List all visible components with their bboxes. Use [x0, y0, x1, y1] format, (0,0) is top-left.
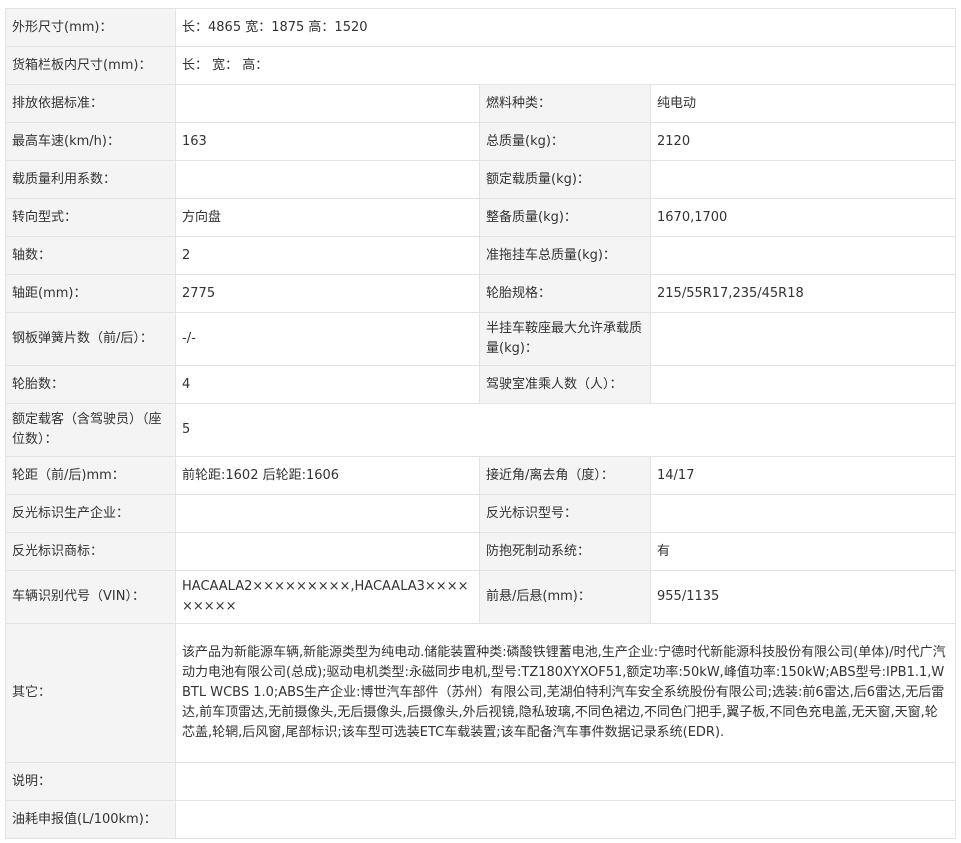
curb-mass-value: 1670,1700 — [649, 198, 957, 237]
table-row: 油耗申报值(L/100km)： — [5, 800, 957, 839]
saddle-load-value — [649, 312, 957, 366]
vehicle-spec-table: 外形尺寸(mm)： 长：4865 宽：1875 高：1520 货箱栏板内尺寸(m… — [5, 8, 957, 839]
other-label: 其它： — [5, 623, 176, 763]
overhang-value: 955/1135 — [649, 570, 957, 624]
table-row: 排放依据标准： 燃料种类： 纯电动 — [5, 84, 957, 123]
rated-load-label: 额定载质量(kg)： — [479, 160, 651, 199]
notes-value — [174, 762, 957, 801]
load-factor-label: 载质量利用系数： — [5, 160, 176, 199]
reflective-maker-value — [175, 494, 480, 533]
table-row: 外形尺寸(mm)： 长：4865 宽：1875 高：1520 — [5, 8, 957, 47]
tire-spec-label: 轮胎规格： — [479, 274, 651, 313]
gross-mass-value: 2120 — [649, 122, 957, 161]
emission-standard-label: 排放依据标准： — [5, 84, 176, 123]
emission-standard-value — [175, 84, 480, 123]
trailer-mass-label: 准拖挂车总质量(kg)： — [479, 236, 651, 275]
approach-departure-label: 接近角/离去角（度）： — [479, 456, 651, 495]
steering-type-label: 转向型式： — [5, 198, 176, 237]
tire-count-value: 4 — [175, 365, 480, 404]
cargo-box-size-label: 货箱栏板内尺寸(mm)： — [5, 46, 176, 85]
table-row: 最高车速(km/h)： 163 总质量(kg)： 2120 — [5, 122, 957, 161]
saddle-load-label: 半挂车鞍座最大允许承载质量(kg)： — [479, 312, 651, 366]
rated-load-value — [649, 160, 957, 199]
table-row: 车辆识别代号（VIN）： HACAALA2×××××××××,HACAALA3×… — [5, 570, 957, 624]
table-row: 反光标识生产企业： 反光标识型号： — [5, 494, 957, 533]
leaf-spring-value: -/- — [175, 312, 480, 366]
reflective-brand-label: 反光标识商标： — [5, 532, 176, 571]
tire-spec-value: 215/55R17,235/45R18 — [649, 274, 957, 313]
steering-type-value: 方向盘 — [175, 198, 480, 237]
fuel-consumption-label: 油耗申报值(L/100km)： — [5, 800, 176, 839]
fuel-type-label: 燃料种类： — [479, 84, 651, 123]
dimensions-label: 外形尺寸(mm)： — [5, 8, 176, 47]
other-value: 该产品为新能源车辆,新能源类型为纯电动.储能装置种类:磷酸铁锂蓄电池,生产企业:… — [174, 623, 957, 763]
overhang-label: 前悬/后悬(mm)： — [479, 570, 651, 624]
vin-label: 车辆识别代号（VIN）： — [5, 570, 176, 624]
table-row: 载质量利用系数： 额定载质量(kg)： — [5, 160, 957, 199]
track-width-label: 轮距（前/后)mm： — [5, 456, 176, 495]
max-speed-value: 163 — [175, 122, 480, 161]
passenger-capacity-label: 额定载客（含驾驶员）（座位数）： — [5, 403, 176, 457]
cargo-box-size-value: 长： 宽： 高： — [174, 46, 957, 85]
table-row: 轴距(mm)： 2775 轮胎规格： 215/55R17,235/45R18 — [5, 274, 957, 313]
table-row: 说明： — [5, 762, 957, 801]
reflective-brand-value — [175, 532, 480, 571]
notes-label: 说明： — [5, 762, 176, 801]
table-row: 轮距（前/后)mm： 前轮距:1602 后轮距:1606 接近角/离去角（度）：… — [5, 456, 957, 495]
passenger-capacity-value: 5 — [174, 403, 957, 457]
abs-label: 防抱死制动系统： — [479, 532, 651, 571]
fuel-consumption-value — [174, 800, 957, 839]
fuel-type-value: 纯电动 — [649, 84, 957, 123]
leaf-spring-label: 钢板弹簧片数（前/后）： — [5, 312, 176, 366]
trailer-mass-value — [649, 236, 957, 275]
wheelbase-value: 2775 — [175, 274, 480, 313]
tire-count-label: 轮胎数： — [5, 365, 176, 404]
table-row: 其它： 该产品为新能源车辆,新能源类型为纯电动.储能装置种类:磷酸铁锂蓄电池,生… — [5, 623, 957, 763]
table-row: 钢板弹簧片数（前/后）： -/- 半挂车鞍座最大允许承载质量(kg)： — [5, 312, 957, 366]
gross-mass-label: 总质量(kg)： — [479, 122, 651, 161]
cab-occupancy-value — [649, 365, 957, 404]
table-row: 反光标识商标： 防抱死制动系统： 有 — [5, 532, 957, 571]
table-row: 货箱栏板内尺寸(mm)： 长： 宽： 高： — [5, 46, 957, 85]
abs-value: 有 — [649, 532, 957, 571]
reflective-model-value — [649, 494, 957, 533]
vin-value: HACAALA2×××××××××,HACAALA3××××××××× — [175, 570, 480, 624]
track-width-value: 前轮距:1602 后轮距:1606 — [175, 456, 480, 495]
axle-count-value: 2 — [175, 236, 480, 275]
table-row: 转向型式： 方向盘 整备质量(kg)： 1670,1700 — [5, 198, 957, 237]
max-speed-label: 最高车速(km/h)： — [5, 122, 176, 161]
table-row: 轴数： 2 准拖挂车总质量(kg)： — [5, 236, 957, 275]
wheelbase-label: 轴距(mm)： — [5, 274, 176, 313]
reflective-model-label: 反光标识型号： — [479, 494, 651, 533]
table-row: 轮胎数： 4 驾驶室准乘人数（人）： — [5, 365, 957, 404]
curb-mass-label: 整备质量(kg)： — [479, 198, 651, 237]
load-factor-value — [175, 160, 480, 199]
table-row: 额定载客（含驾驶员）（座位数）： 5 — [5, 403, 957, 457]
reflective-maker-label: 反光标识生产企业： — [5, 494, 176, 533]
approach-departure-value: 14/17 — [649, 456, 957, 495]
axle-count-label: 轴数： — [5, 236, 176, 275]
dimensions-value: 长：4865 宽：1875 高：1520 — [174, 8, 957, 47]
cab-occupancy-label: 驾驶室准乘人数（人）： — [479, 365, 651, 404]
